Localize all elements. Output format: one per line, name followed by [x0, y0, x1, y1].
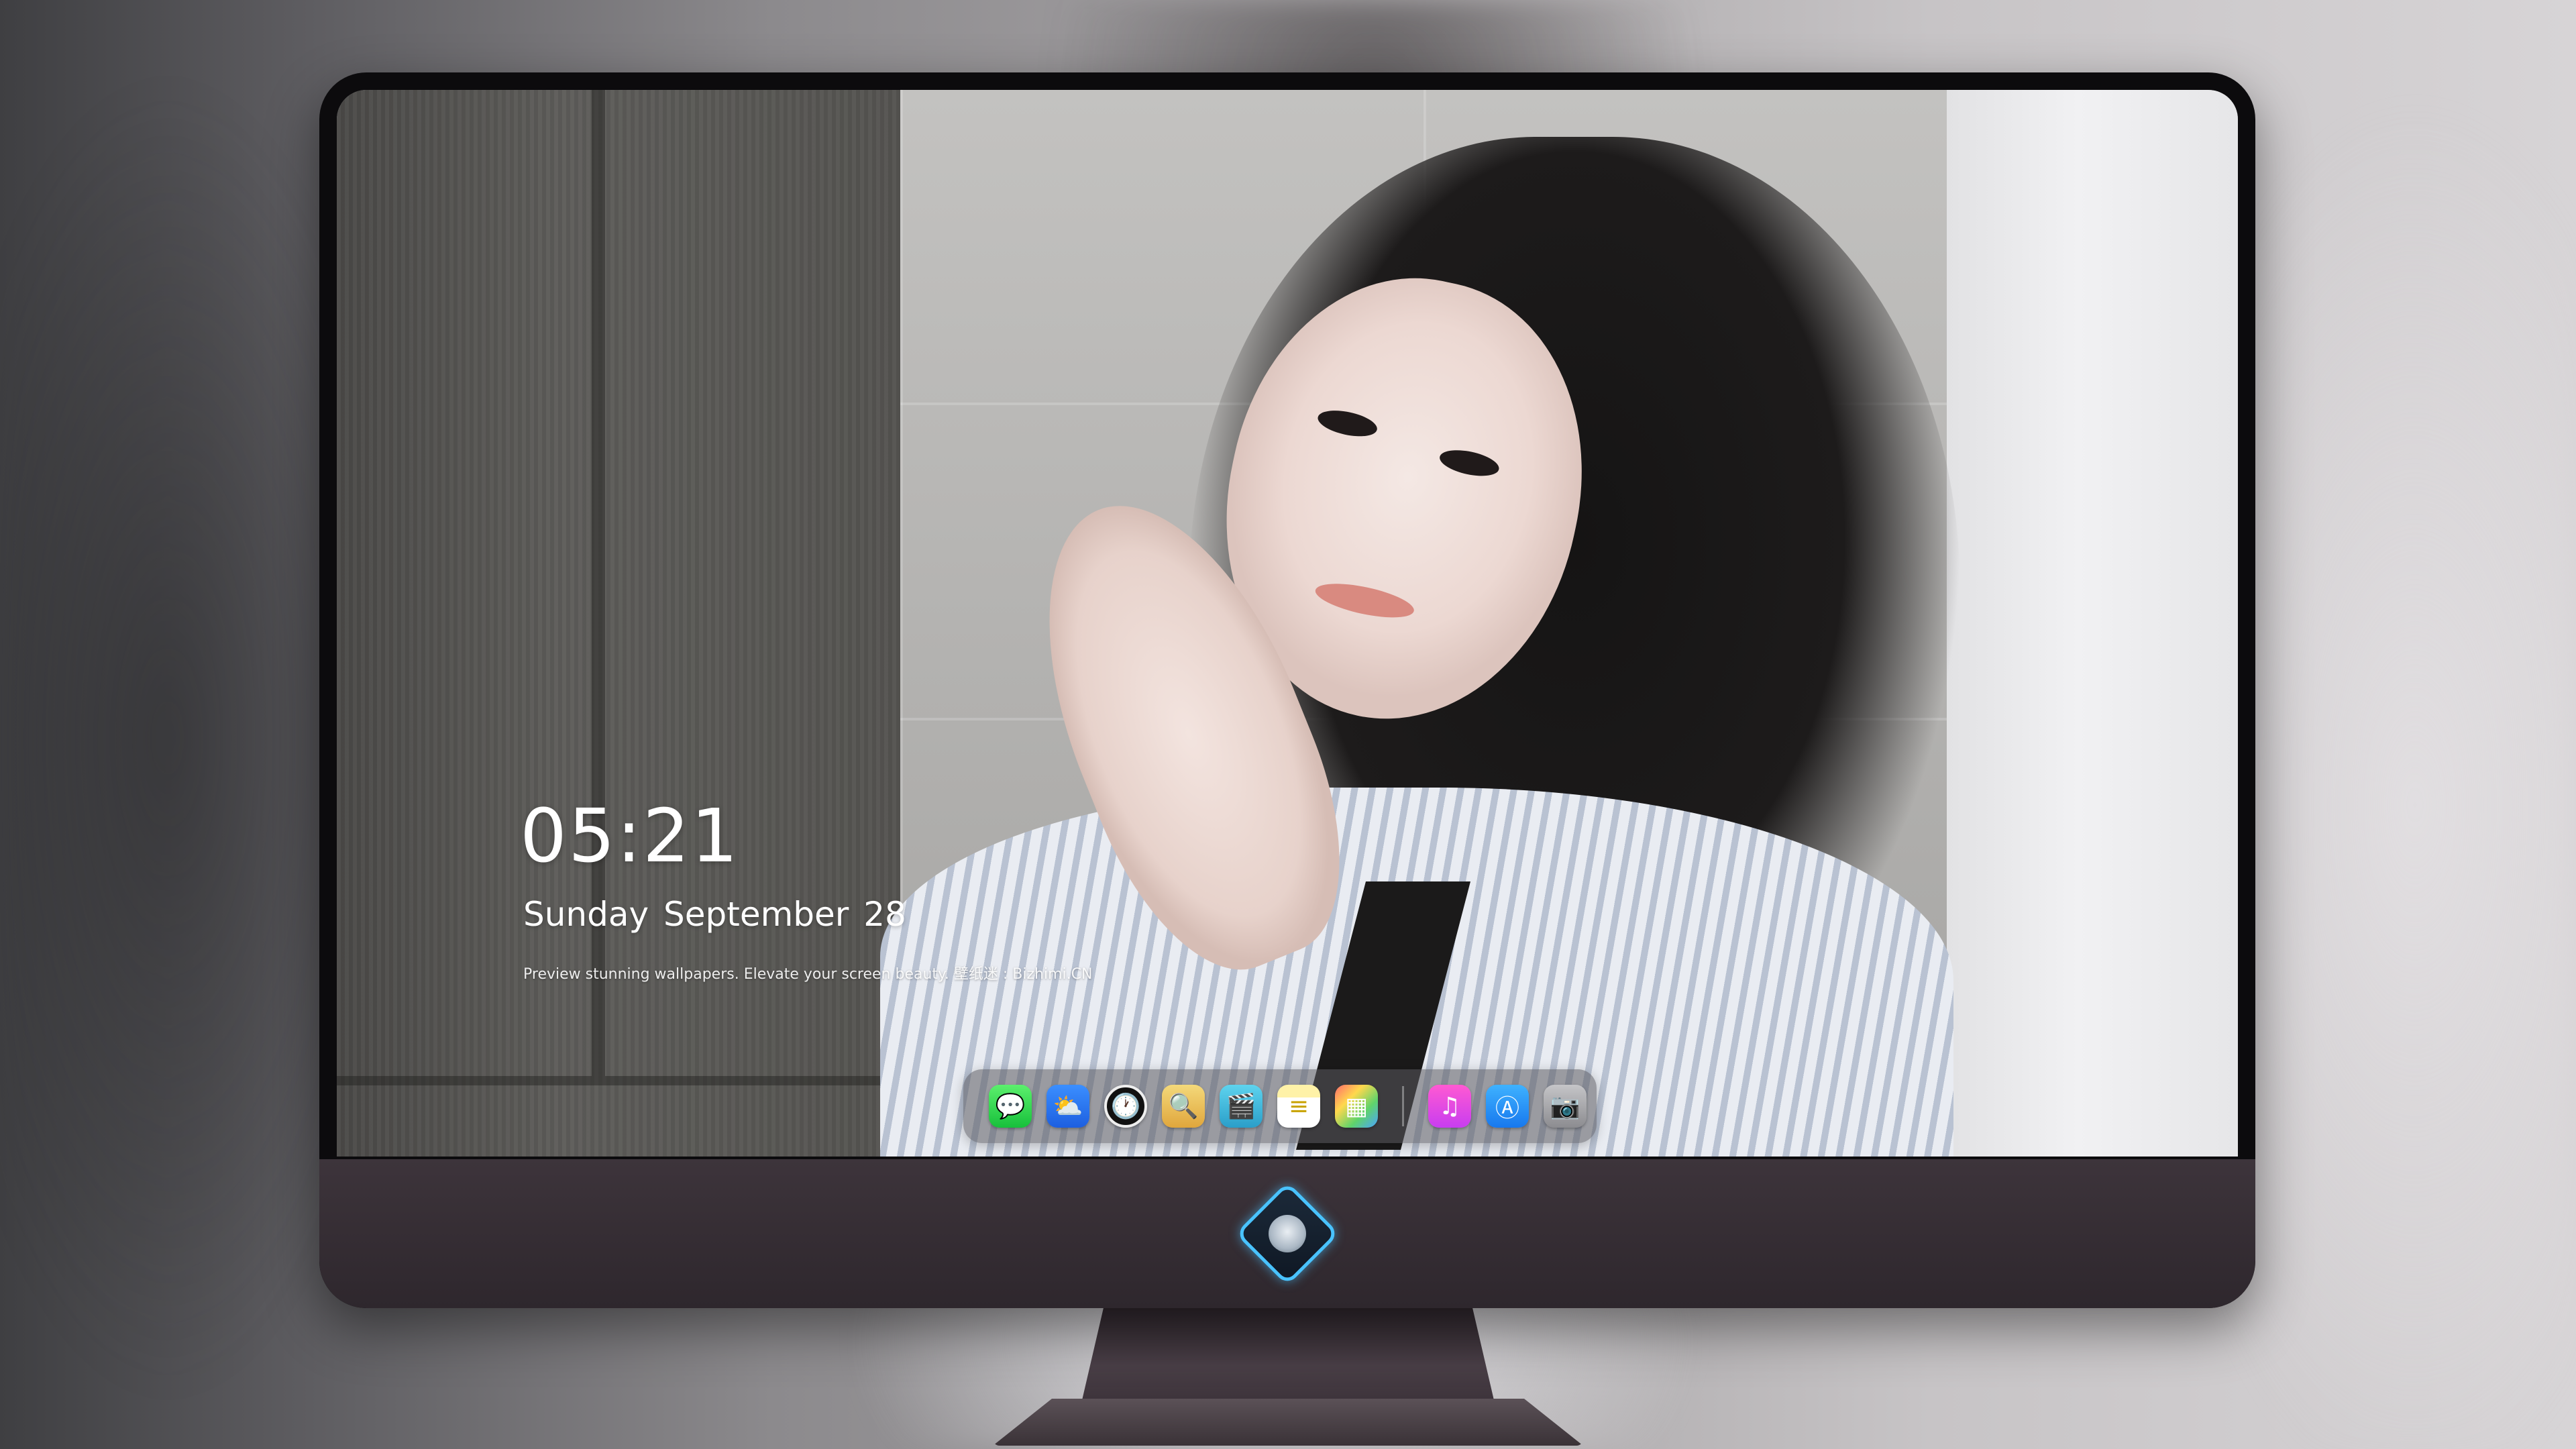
wallpaper-person-lips — [1312, 577, 1417, 625]
monitor-stand-neck — [1080, 1301, 1496, 1409]
clapperboard-icon[interactable]: 🎬 — [1220, 1085, 1263, 1128]
photo-grid-icon[interactable]: ▦ — [1335, 1085, 1378, 1128]
wallpaper-person-eye — [1316, 406, 1380, 441]
wallpaper-person-eye — [1437, 445, 1501, 481]
music-note-icon[interactable]: ♫ — [1428, 1085, 1471, 1128]
cloud-sun-icon[interactable]: ⛅ — [1046, 1085, 1089, 1128]
speech-bubble-icon[interactable]: 💬 — [989, 1085, 1032, 1128]
dock-separator — [1402, 1086, 1404, 1126]
monitor-chin — [319, 1159, 2255, 1308]
camera-icon[interactable]: 📷 — [1544, 1085, 1587, 1128]
monitor-frame: 05:21 Sunday September 28 Preview stunni… — [319, 72, 2255, 1308]
wallpaper-door — [337, 90, 900, 1157]
desktop-clock-date: Sunday September 28 — [523, 895, 906, 934]
brand-logo-icon — [1235, 1181, 1340, 1286]
desktop-screen: 05:21 Sunday September 28 Preview stunni… — [337, 90, 2238, 1157]
wallpaper-white-wall — [1947, 90, 2238, 1157]
app-dock: 💬 ⛅ 🕐 🔍 🎬 ≡ ▦ ♫ Ⓐ 📷 — [963, 1069, 1597, 1143]
magnifier-photo-icon[interactable]: 🔍 — [1162, 1085, 1205, 1128]
clock-icon[interactable]: 🕐 — [1104, 1085, 1147, 1128]
notepad-icon[interactable]: ≡ — [1277, 1085, 1320, 1128]
door-panel-line — [337, 1076, 900, 1085]
app-store-icon[interactable]: Ⓐ — [1486, 1085, 1529, 1128]
monitor-stand-base — [993, 1399, 1583, 1446]
desktop-clock-time: 05:21 — [520, 793, 740, 879]
brand-logo-mascot — [1269, 1215, 1306, 1252]
wallpaper-tagline: Preview stunning wallpapers. Elevate you… — [523, 966, 1093, 983]
